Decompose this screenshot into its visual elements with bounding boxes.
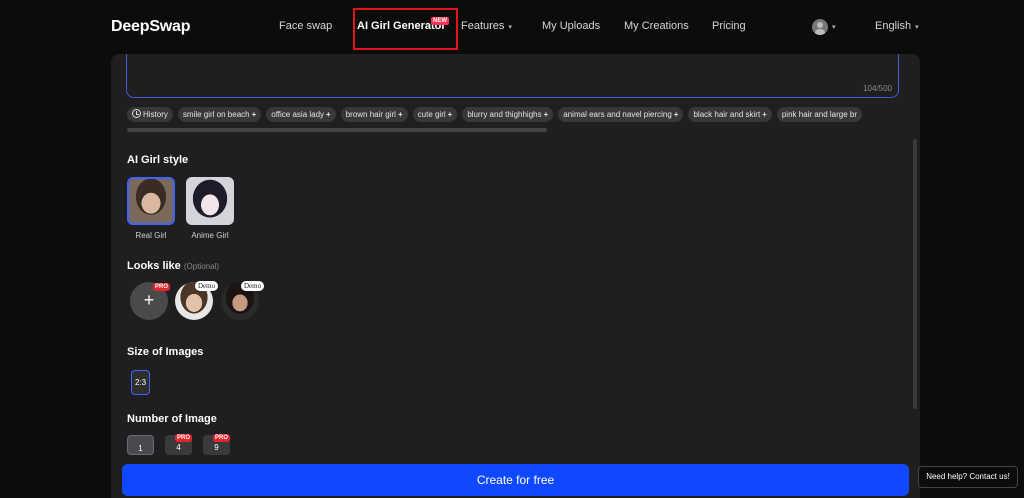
pro-badge: PRO: [153, 283, 171, 291]
nav-my-uploads[interactable]: My Uploads: [542, 20, 600, 32]
plus-icon: +: [447, 110, 453, 119]
plus-icon: +: [762, 110, 767, 119]
plus-icon: +: [143, 290, 155, 310]
looks-title: Looks like: [127, 260, 181, 272]
suggestion-chip[interactable]: office asia lady +: [266, 107, 336, 122]
language-select[interactable]: English ▾: [875, 20, 919, 32]
pro-badge: PRO: [175, 434, 193, 442]
nav-features-label: Features: [461, 20, 505, 32]
panel-scrollbar[interactable]: [913, 139, 917, 409]
chip-label: pink hair and large br: [781, 110, 857, 119]
plus-icon: +: [251, 110, 257, 119]
nav-face-swap[interactable]: Face swap: [279, 20, 332, 32]
chip-label: animal ears and navel piercing: [563, 110, 672, 119]
chevron-down-icon[interactable]: ▾: [832, 20, 836, 32]
char-count: 104/500: [863, 84, 892, 93]
create-button[interactable]: Create for free: [122, 464, 909, 496]
plus-icon: +: [397, 110, 403, 119]
suggestion-chip[interactable]: cute girl +: [412, 107, 458, 122]
nav-pricing[interactable]: Pricing: [712, 20, 746, 32]
suggestion-chip[interactable]: black hair and skirt +: [688, 107, 772, 122]
style-label: Anime Girl: [191, 231, 229, 240]
user-avatar-icon[interactable]: [812, 19, 828, 35]
chip-label: office asia lady: [271, 110, 325, 119]
chips-scrollbar[interactable]: [127, 128, 547, 132]
number-option-1[interactable]: 1: [127, 435, 154, 455]
style-real-girl[interactable]: [127, 177, 175, 225]
looks-section-title: Looks like (Optional): [127, 260, 219, 272]
plus-icon: +: [326, 110, 331, 119]
chevron-down-icon: ▾: [915, 24, 919, 31]
prompt-input[interactable]: 104/500: [126, 54, 899, 98]
chip-label: smile girl on beach: [182, 110, 250, 119]
help-button[interactable]: Need help? Contact us!: [918, 466, 1018, 488]
history-chip[interactable]: History: [127, 107, 173, 122]
suggestion-chip[interactable]: smile girl on beach +: [177, 107, 262, 122]
chip-label: blurry and thighhighs: [467, 110, 542, 119]
chip-label: black hair and skirt: [693, 110, 761, 119]
suggestion-chip[interactable]: animal ears and navel piercing +: [558, 107, 684, 122]
nav-my-creations[interactable]: My Creations: [624, 20, 689, 32]
chevron-down-icon: ▾: [508, 24, 512, 31]
header: DeepSwap Face swap AI Girl Generator NEW…: [0, 0, 1024, 54]
chip-label: cute girl: [417, 110, 446, 119]
pro-badge: PRO: [213, 434, 231, 442]
number-section-title: Number of Image: [127, 413, 217, 425]
plus-icon: +: [543, 110, 549, 119]
optional-label: (Optional): [183, 262, 219, 271]
chip-label: brown hair girl: [345, 110, 396, 119]
style-section-title: AI Girl style: [127, 154, 189, 166]
generator-panel: 104/500 History smile girl on beach + offic…: [111, 54, 920, 498]
size-option-2-3[interactable]: 2:3: [131, 370, 150, 395]
suggestion-chip[interactable]: pink hair and large br: [776, 107, 862, 122]
clock-icon: [132, 109, 141, 118]
prompt-suggestions: History smile girl on beach + office asia l…: [127, 107, 901, 123]
logo[interactable]: DeepSwap: [111, 18, 191, 36]
highlight-box: [353, 8, 458, 50]
plus-icon: +: [673, 110, 679, 119]
style-anime-girl[interactable]: [186, 177, 234, 225]
demo-tag: Demo: [195, 281, 219, 291]
real-girl-image: [129, 179, 173, 223]
demo-tag: Demo: [241, 281, 265, 291]
nav-features[interactable]: Features ▾: [461, 20, 512, 32]
size-section-title: Size of Images: [127, 346, 204, 358]
style-label: Real Girl: [135, 231, 167, 240]
language-label: English: [875, 20, 912, 32]
history-label: History: [143, 110, 168, 119]
anime-girl-image: [186, 177, 234, 225]
suggestion-chip[interactable]: brown hair girl +: [340, 107, 408, 122]
suggestion-chip[interactable]: blurry and thighhighs +: [462, 107, 554, 122]
